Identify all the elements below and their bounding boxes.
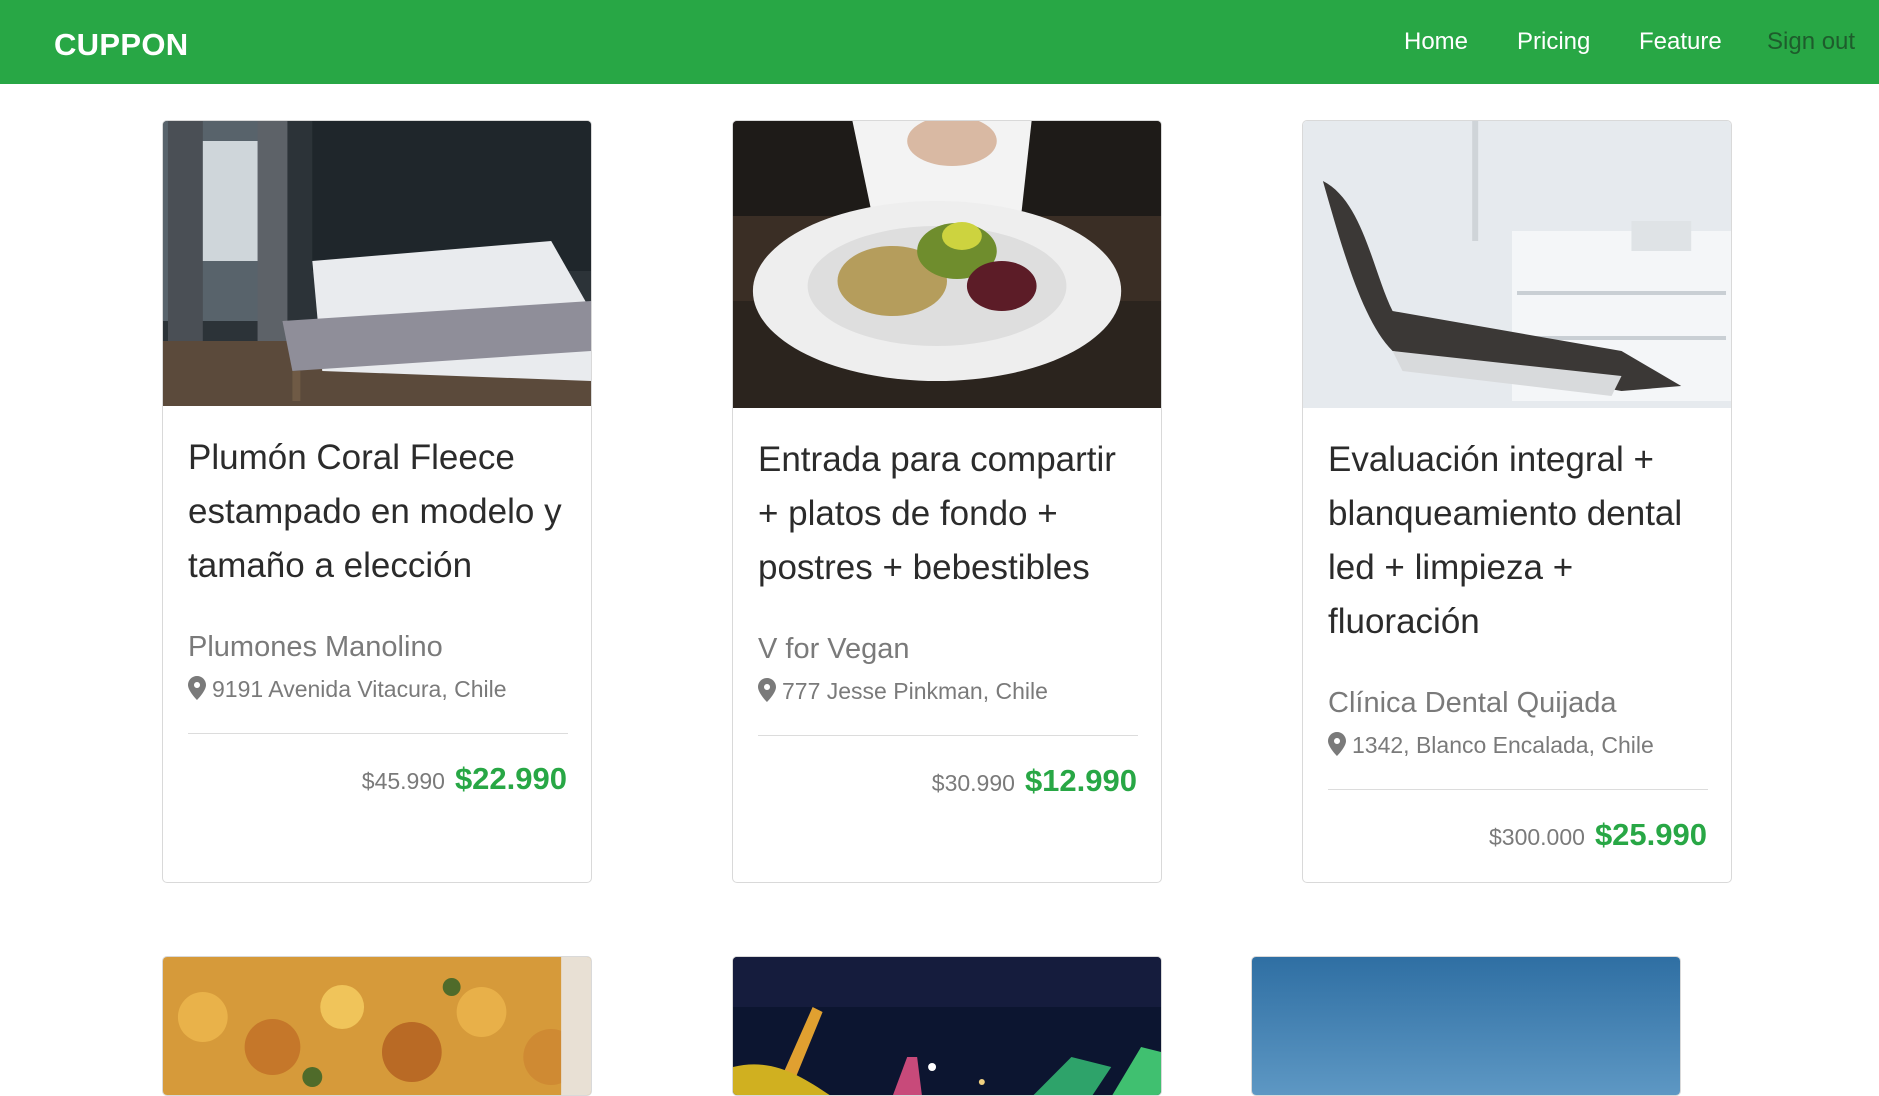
night-lights-photo[interactable] [733, 957, 1161, 1095]
brand-logo[interactable]: CUPPON [54, 27, 188, 63]
new-price: $22.990 [454, 761, 567, 796]
nav-home[interactable]: Home [1404, 28, 1468, 56]
deal-card[interactable]: Entrada para compartir + platos de fondo… [732, 120, 1162, 883]
card-divider [758, 735, 1138, 736]
price-block: $30.990 $12.990 [932, 763, 1137, 799]
new-price: $12.990 [1024, 763, 1137, 798]
old-price: $45.990 [361, 768, 445, 794]
deal-title[interactable]: Plumón Coral Fleece estampado en modelo … [188, 431, 573, 593]
location-pin-icon [1328, 732, 1346, 756]
price-block: $300.000 $25.990 [1489, 817, 1707, 853]
bedroom-photo[interactable] [163, 121, 591, 406]
deal-address: 777 Jesse Pinkman, Chile [758, 678, 1048, 705]
nav-pricing[interactable]: Pricing [1517, 28, 1590, 56]
deal-title[interactable]: Entrada para compartir + platos de fondo… [758, 433, 1143, 595]
merchant-name: Clínica Dental Quijada [1328, 687, 1617, 719]
top-navbar: CUPPON Home Pricing Feature Sign out [0, 0, 1879, 84]
deal-card[interactable] [1251, 956, 1681, 1096]
vegan-plate-photo[interactable] [733, 121, 1161, 408]
deal-address: 9191 Avenida Vitacura, Chile [188, 676, 507, 703]
deal-card[interactable] [732, 956, 1162, 1096]
nav-feature[interactable]: Feature [1639, 28, 1722, 56]
location-pin-icon [758, 678, 776, 702]
deal-title[interactable]: Evaluación integral + blanqueamiento den… [1328, 433, 1713, 649]
nav-sign-out[interactable]: Sign out [1767, 28, 1855, 56]
deal-card[interactable] [162, 956, 592, 1096]
old-price: $30.990 [931, 770, 1015, 796]
address-text: 777 Jesse Pinkman, Chile [782, 678, 1048, 704]
merchant-name: Plumones Manolino [188, 631, 443, 663]
blue-sky-photo[interactable] [1252, 957, 1680, 1095]
deal-card[interactable]: Plumón Coral Fleece estampado en modelo … [162, 120, 592, 883]
new-price: $25.990 [1594, 817, 1707, 852]
address-text: 1342, Blanco Encalada, Chile [1352, 732, 1654, 758]
deal-card[interactable]: Evaluación integral + blanqueamiento den… [1302, 120, 1732, 883]
food-closeup-photo[interactable] [163, 957, 591, 1095]
old-price: $300.000 [1489, 824, 1585, 850]
card-divider [188, 733, 568, 734]
price-block: $45.990 $22.990 [362, 761, 567, 797]
dental-chair-photo[interactable] [1303, 121, 1731, 408]
merchant-name: V for Vegan [758, 633, 910, 665]
location-pin-icon [188, 676, 206, 700]
deal-address: 1342, Blanco Encalada, Chile [1328, 732, 1654, 759]
address-text: 9191 Avenida Vitacura, Chile [212, 676, 507, 702]
card-divider [1328, 789, 1708, 790]
